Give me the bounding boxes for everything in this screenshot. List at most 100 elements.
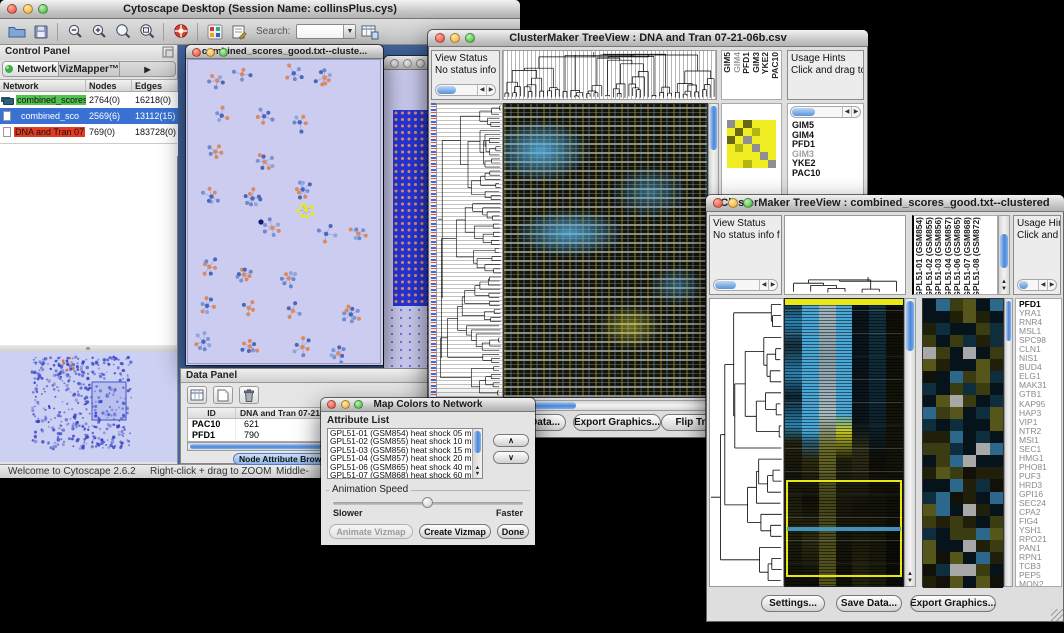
gene-label[interactable]: MON2	[1019, 580, 1061, 587]
import-table-icon[interactable]	[359, 21, 380, 42]
animation-speed-slider[interactable]	[333, 502, 523, 505]
row-label[interactable]: PAC10	[792, 169, 820, 179]
treeview1-title-bar[interactable]: ClusterMaker TreeView : DNA and Tran 07-…	[428, 30, 868, 47]
save-data-button[interactable]: Save Data...	[836, 595, 902, 612]
scroll-right-icon[interactable]: ▶	[851, 107, 860, 117]
column-label[interactable]: GPL51-08 (GSM872)	[972, 217, 982, 295]
column-label[interactable]: PAC10	[771, 52, 781, 79]
main-title-bar[interactable]: Cytoscape Desktop (Session Name: collins…	[0, 0, 520, 19]
slider-thumb[interactable]	[422, 497, 433, 508]
node-attribute-browser-button[interactable]: Node Attribute Brows	[233, 453, 333, 465]
network-canvas[interactable]	[187, 59, 381, 364]
search-dropdown-arrow[interactable]: ▼	[343, 25, 355, 38]
heatmap-zoom-view[interactable]	[922, 298, 1004, 587]
zoom-button[interactable]	[354, 400, 363, 409]
scroll-down-icon[interactable]: ▼	[905, 578, 915, 585]
zoom-in-icon[interactable]	[88, 21, 109, 42]
zoom-button[interactable]	[465, 33, 475, 43]
zoom-button[interactable]	[38, 4, 48, 14]
create-vizmap-button[interactable]: Create Vizmap	[419, 524, 491, 539]
scroll-left-icon[interactable]: ◀	[842, 107, 851, 117]
close-button[interactable]	[435, 33, 445, 43]
scroll-left-icon[interactable]: ◀	[1038, 280, 1047, 290]
search-input[interactable]: ▼	[296, 24, 356, 39]
panel-splitter[interactable]	[0, 345, 177, 352]
minimize-button[interactable]	[450, 33, 460, 43]
network-row[interactable]: DNA and Tran 07769(0)183728(0)	[0, 124, 178, 140]
column-dendrogram[interactable]	[784, 215, 906, 295]
zoom-heatmap-thumbnail[interactable]	[727, 120, 776, 168]
resize-grip[interactable]	[1051, 609, 1063, 621]
minimize-button[interactable]	[403, 59, 412, 68]
done-button[interactable]: Done	[497, 524, 529, 539]
attribute-list-scrollbar[interactable]: ▲ ▼	[472, 429, 482, 478]
dialog-title-bar[interactable]: Map Colors to Network	[321, 398, 535, 412]
labels-v-scrollbar[interactable]: ▲ ▼	[998, 215, 1010, 295]
float-panel-icon[interactable]	[162, 46, 174, 58]
background-network-window[interactable]	[384, 56, 432, 368]
scroll-down-icon[interactable]: ▼	[999, 286, 1009, 293]
network-row[interactable]: combined_sco2569(6)13112(15)	[0, 108, 178, 124]
move-down-button[interactable]: ∨	[493, 451, 529, 464]
column-header[interactable]: Edges	[132, 80, 178, 91]
treeview2-title-bar[interactable]: ClusterMaker TreeView : combined_scores_…	[706, 195, 1064, 212]
scrollbar-thumb[interactable]	[710, 106, 717, 150]
close-button[interactable]	[713, 198, 723, 208]
vizmapper-icon[interactable]	[204, 21, 225, 42]
scroll-right-icon[interactable]: ▶	[1047, 280, 1056, 290]
tab-vizmapper[interactable]: VizMapper™	[59, 62, 119, 76]
close-button[interactable]	[192, 48, 201, 57]
open-file-icon[interactable]	[6, 21, 27, 42]
zoom-button[interactable]	[219, 48, 228, 57]
column-dendrogram[interactable]	[502, 50, 717, 100]
scrollbar-thumb[interactable]	[906, 301, 914, 351]
export-graphics-button[interactable]: Export Graphics...	[573, 414, 661, 431]
minimize-button[interactable]	[23, 4, 33, 14]
close-button[interactable]	[327, 400, 336, 409]
new-attribute-icon[interactable]	[213, 386, 233, 404]
id-column-header[interactable]: ID	[188, 408, 236, 418]
view-status-scrollbar[interactable]: ◀▶	[713, 279, 778, 291]
dense-network-grid[interactable]	[393, 110, 430, 306]
minimize-button[interactable]	[341, 400, 350, 409]
close-button[interactable]	[7, 4, 17, 14]
column-header[interactable]: Nodes	[86, 80, 132, 91]
labels-h-scrollbar[interactable]: ◀▶	[790, 106, 861, 118]
minimize-button[interactable]	[728, 198, 738, 208]
zoom-fit-icon[interactable]	[136, 21, 157, 42]
row-dendrogram[interactable]	[709, 298, 784, 587]
heatmap-v-scrollbar[interactable]: ▲ ▼	[904, 298, 916, 587]
tab-network[interactable]: Network	[3, 62, 59, 76]
annotation-icon[interactable]	[228, 21, 249, 42]
heatmap-global-view[interactable]	[784, 298, 904, 587]
row-dendrogram[interactable]	[436, 103, 503, 398]
help-lifering-icon[interactable]	[170, 21, 191, 42]
usage-hints-scrollbar[interactable]: ◀▶	[1017, 279, 1057, 291]
minimize-button[interactable]	[206, 48, 215, 57]
view-status-scrollbar[interactable]: ◀▶	[435, 84, 496, 96]
heatmap-global-view[interactable]	[503, 103, 708, 398]
scroll-right-icon[interactable]: ▶	[768, 280, 777, 290]
settings-button[interactable]: Settings...	[761, 595, 825, 612]
scrollbar-thumb[interactable]	[1000, 234, 1008, 268]
move-up-button[interactable]: ∧	[493, 434, 529, 447]
network-overview-panel[interactable]	[0, 352, 177, 462]
export-graphics-button[interactable]: Export Graphics...	[910, 595, 996, 612]
scroll-up-icon[interactable]: ▲	[999, 279, 1009, 286]
zoom-selected-icon[interactable]	[112, 21, 133, 42]
close-button[interactable]	[390, 59, 399, 68]
zoom-button[interactable]	[743, 198, 753, 208]
delete-attribute-trash-icon[interactable]	[239, 386, 259, 404]
scrollbar-thumb[interactable]	[1006, 301, 1011, 341]
background-window-title-bar[interactable]	[384, 56, 432, 70]
attribute-item[interactable]: GPL51-07 (GSM868) heat shock 60 min	[328, 471, 482, 479]
scroll-down-icon[interactable]: ▼	[473, 471, 482, 477]
scroll-right-icon[interactable]: ▶	[486, 85, 495, 95]
scroll-left-icon[interactable]: ◀	[759, 280, 768, 290]
column-header[interactable]: Network	[0, 80, 86, 91]
network-row[interactable]: combined_scores2764(0)16218(0)	[0, 92, 178, 108]
zoom-out-icon[interactable]	[64, 21, 85, 42]
zoom-v-scrollbar[interactable]	[1004, 298, 1013, 587]
scroll-up-icon[interactable]: ▲	[905, 571, 915, 578]
scroll-left-icon[interactable]: ◀	[477, 85, 486, 95]
